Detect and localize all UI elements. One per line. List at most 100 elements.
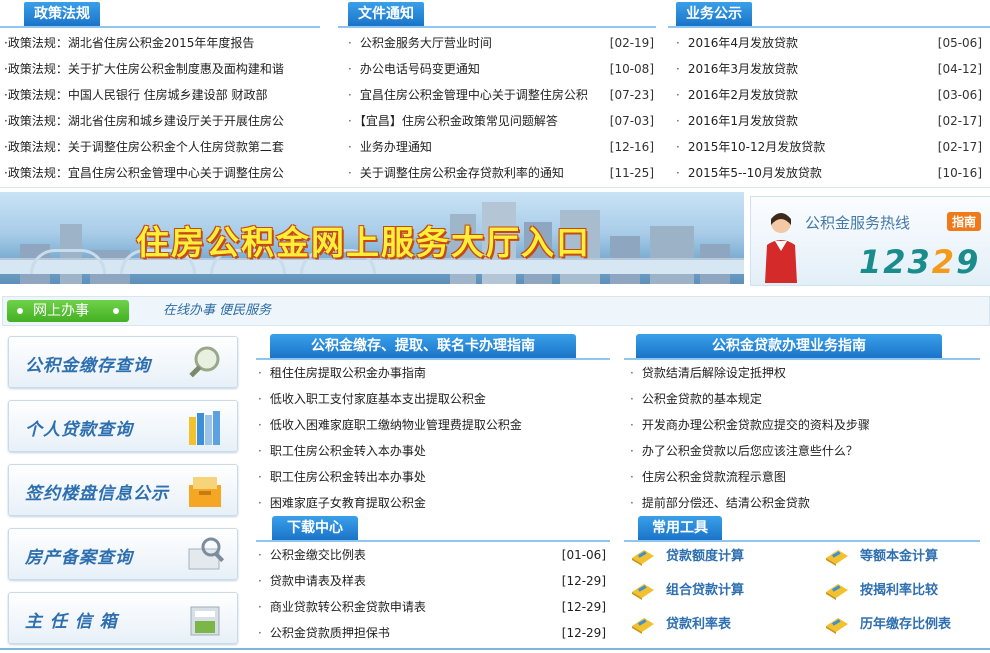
tab-online[interactable]: 网上办事 [7,300,129,322]
tab-downloads[interactable]: 下载中心 [272,516,358,540]
item-title: 公积金贷款的基本规定 [641,392,762,406]
list-item[interactable]: · 2015年5--10月发放贷款 [10-16] [676,160,982,186]
tool-equal-principal[interactable]: 等额本金计算 [824,546,984,568]
list-item[interactable]: · 【宜昌】住房公积金政策常见问题解答 [07-03] [348,108,654,134]
bullet-icon: · [258,496,262,510]
notices-list: · 公积金服务大厅营业时间 [02-19] · 办公电话号码变更通知 [10-08] ·… [348,30,654,186]
tab-notices[interactable]: 文件通知 [348,2,424,26]
list-item[interactable]: · 商业贷款转公积金贷款申请表 [12-29] [258,594,606,620]
list-item[interactable]: ·政策法规：湖北省住房公积金2015年年度报告 [4,30,316,56]
list-item[interactable]: · 住房公积金贷款流程示意图 [630,464,980,490]
hotline-number-tail: 9 [956,243,981,281]
tab-policy[interactable]: 政策法规 [24,2,100,26]
list-item[interactable]: · 办公电话号码变更通知 [10-08] [348,56,654,82]
list-item[interactable]: · 业务办理通知 [12-16] [348,134,654,160]
guide-badge[interactable]: 指南 [947,212,982,231]
tool-label: 贷款额度计算 [666,549,745,564]
list-item[interactable]: · 困难家庭子女教育提取公积金 [258,490,610,516]
list-item[interactable]: · 2016年3月发放贷款 [04-12] [676,56,982,82]
loan-query-button[interactable]: 个人贷款查询 [8,400,238,452]
bullet-icon: · [630,444,634,458]
item-title: 2016年2月发放贷款 [687,88,799,102]
bullet-icon: · [676,140,680,154]
item-title: 贷款结清后解除设定抵押权 [641,366,786,380]
list-item[interactable]: · 宜昌住房公积金管理中心关于调整住房公积 [07-23] [348,82,654,108]
bullet-icon: · [630,366,634,380]
list-item[interactable]: ·政策法规：中国人民银行 住房城乡建设部 财政部 [4,82,316,108]
policy-list: ·政策法规：湖北省住房公积金2015年年度报告 ·政策法规：关于扩大住房公积金制… [4,30,316,186]
bullet-icon: · [630,496,634,510]
tab-business[interactable]: 业务公示 [676,2,752,26]
list-item[interactable]: · 关于调整住房公积金存贷款利率的通知 [11-25] [348,160,654,186]
list-item[interactable]: · 公积金贷款的基本规定 [630,386,980,412]
tool-deposit-ratio-history[interactable]: 历年缴存比例表 [824,614,984,636]
bullet-icon: · [348,62,352,76]
bullet-icon: · [258,600,262,614]
list-item[interactable]: · 2015年10-12月发放贷款 [02-17] [676,134,982,160]
list-item[interactable]: · 低收入困难家庭职工缴纳物业管理费提取公积金 [258,412,610,438]
service-hotline[interactable]: 公积金服务热线 指南 12329 [750,196,990,286]
item-title: 公积金缴交比例表 [269,548,366,562]
tool-icon [632,618,654,634]
item-title: 2016年1月发放贷款 [687,114,799,128]
list-item[interactable]: ·政策法规：湖北省住房和城乡建设厅关于开展住房公 [4,108,316,134]
list-item[interactable]: · 2016年2月发放贷款 [03-06] [676,82,982,108]
tool-loan-rate-table[interactable]: 贷款利率表 [630,614,800,636]
tab-withdraw-guide[interactable]: 公积金缴存、提取、联名卡办理指南 [270,334,576,358]
tab-tools[interactable]: 常用工具 [638,516,722,540]
list-item[interactable]: · 公积金服务大厅营业时间 [02-19] [348,30,654,56]
list-item[interactable]: · 公积金缴交比例表 [01-06] [258,542,606,568]
downloads-list: · 公积金缴交比例表 [01-06] · 贷款申请表及样表 [12-29] · 商业贷款转… [258,542,606,646]
hotline-label: 公积金服务热线 [805,214,911,232]
item-title: 提前部分偿还、结清公积金贷款 [641,496,810,510]
item-title: 住房公积金贷款流程示意图 [641,470,786,484]
list-item[interactable]: · 贷款结清后解除设定抵押权 [630,360,980,386]
tools-underline [624,540,980,542]
bullet-icon: · [348,36,352,50]
bullet-icon: · [258,470,262,484]
item-date: [02-19] [609,36,654,50]
bullet-icon: · [676,36,680,50]
withdraw-guide-list: · 租住住房提取公积金办事指南 · 低收入职工支付家庭基本支出提取公积金 · 低收入困… [258,360,610,516]
item-title: 关于调整住房公积金存贷款利率的通知 [359,166,564,180]
list-item[interactable]: · 开发商办理公积金贷款应提交的资料及步骤 [630,412,980,438]
bullet-icon: · [258,418,262,432]
list-item[interactable]: ·政策法规：关于扩大住房公积金制度惠及面构建和谐 [4,56,316,82]
list-item[interactable]: ·政策法规：宜昌住房公积金管理中心关于调整住房公 [4,160,316,186]
tab-loan-guide[interactable]: 公积金贷款办理业务指南 [636,334,942,358]
property-info-button[interactable]: 签约楼盘信息公示 [8,464,238,516]
director-mailbox-button[interactable]: 主 任 信 箱 [8,592,238,644]
bullet-icon: · [676,166,680,180]
tool-loan-amount[interactable]: 贷款额度计算 [630,546,800,568]
item-title: 2016年3月发放贷款 [687,62,799,76]
online-hall-banner[interactable]: 住房公积金网上服务大厅入口 [0,192,744,284]
item-title: 困难家庭子女教育提取公积金 [269,496,426,510]
deposit-query-button[interactable]: 公积金缴存查询 [8,336,238,388]
list-item[interactable]: · 公积金贷款质押担保书 [12-29] [258,620,606,646]
building-shape [650,226,694,284]
list-item[interactable]: · 2016年4月发放贷款 [05-06] [676,30,982,56]
list-item[interactable]: · 2016年1月发放贷款 [02-17] [676,108,982,134]
item-title: 【宜昌】住房公积金政策常见问题解答 [359,114,558,128]
online-links[interactable]: 在线办事 便民服务 [163,297,271,325]
tool-icon [826,584,848,600]
bullet-icon: · [258,392,262,406]
magnifier-icon [189,346,220,378]
tool-mortgage-rate-compare[interactable]: 按揭利率比较 [824,580,984,602]
bullet-icon: · [348,88,352,102]
list-item[interactable]: ·政策法规：关于调整住房公积金个人住房贷款第二套 [4,134,316,160]
housing-record-button[interactable]: 房产备案查询 [8,528,238,580]
list-item[interactable]: · 租住住房提取公积金办事指南 [258,360,610,386]
footer-divider [0,648,990,650]
item-date: [12-16] [609,140,654,154]
list-item[interactable]: · 低收入职工支付家庭基本支出提取公积金 [258,386,610,412]
item-title: 开发商办理公积金贷款应提交的资料及步骤 [641,418,870,432]
list-item[interactable]: · 职工住房公积金转入本办事处 [258,438,610,464]
list-item[interactable]: · 提前部分偿还、结清公积金贷款 [630,490,980,516]
tool-combined-loan[interactable]: 组合贷款计算 [630,580,800,602]
list-item[interactable]: · 职工住房公积金转出本办事处 [258,464,610,490]
hotline-number: 12329 [859,243,980,281]
list-item[interactable]: · 办了公积金贷款以后您应该注意些什么？ [630,438,980,464]
list-item[interactable]: · 贷款申请表及样表 [12-29] [258,568,606,594]
button-label: 主 任 信 箱 [25,612,118,632]
